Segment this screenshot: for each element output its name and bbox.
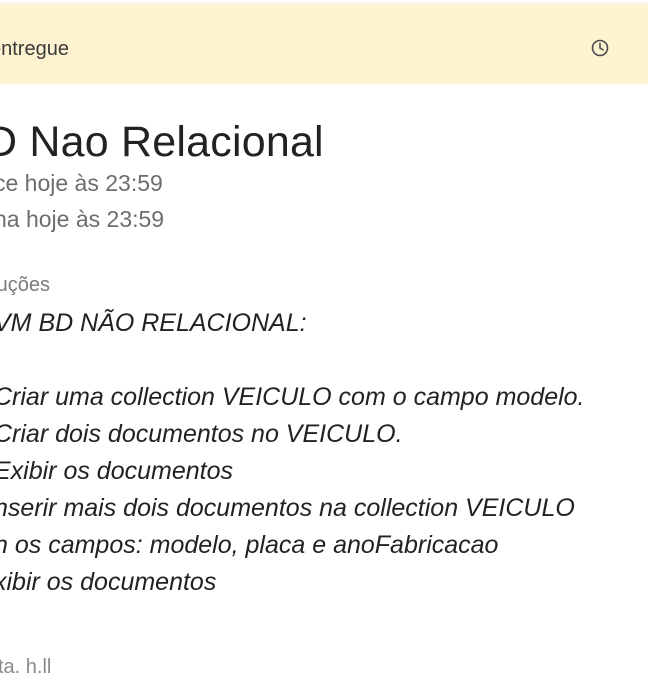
instruction-line: Criar uma collection VEICULO com o campo… xyxy=(0,383,585,411)
due-date-line-1: ce hoje às 23:59 xyxy=(0,170,163,196)
status-banner: entregue xyxy=(0,4,648,84)
clock-icon xyxy=(591,39,609,57)
status-text: entregue xyxy=(0,38,69,60)
instruction-line: VM BD NÃO RELACIONAL: xyxy=(0,309,307,337)
assignment-title: D Nao Relacional xyxy=(0,118,324,166)
instruction-line: nserir mais dois documentos na collectio… xyxy=(0,494,575,522)
instruction-line: n os campos: modelo, placa e anoFabricac… xyxy=(0,531,499,559)
instruction-line: Exibir os documentos xyxy=(0,457,234,485)
instructions-label: ruções xyxy=(0,274,51,296)
instruction-line: Criar dois documentos no VEICULO. xyxy=(0,420,403,448)
instruction-line: xibir os documentos xyxy=(0,568,217,596)
due-date-line-2: ha hoje às 23:59 xyxy=(0,206,165,232)
cutoff-section-label: ta. h.ll xyxy=(0,656,52,678)
